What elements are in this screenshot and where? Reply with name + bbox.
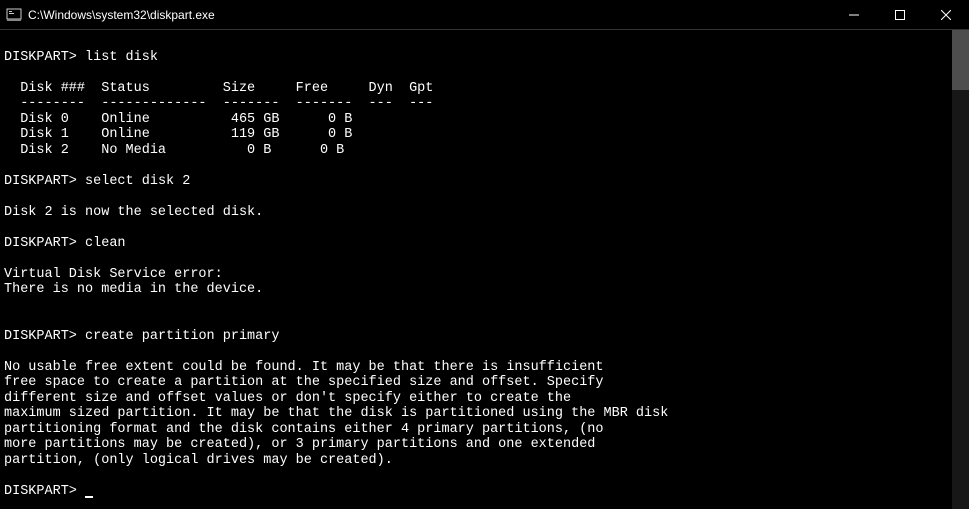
output-message: free space to create a partition at the … — [4, 375, 604, 390]
prompt: DISKPART> — [4, 50, 77, 65]
output-message: Disk 2 is now the selected disk. — [4, 205, 263, 220]
output-message: different size and offset values or don'… — [4, 391, 571, 406]
table-row: Disk 1 Online 119 GB 0 B — [4, 127, 352, 142]
prompt: DISKPART> — [4, 329, 77, 344]
vertical-scrollbar[interactable] — [952, 30, 969, 509]
command-text: list disk — [85, 50, 158, 65]
prompt: DISKPART> — [4, 236, 77, 251]
prompt: DISKPART> — [4, 484, 77, 499]
window-titlebar: C:\Windows\system32\diskpart.exe — [0, 0, 969, 30]
table-row: Disk 2 No Media 0 B 0 B — [4, 143, 344, 158]
window-controls — [831, 0, 969, 29]
command-text: create partition primary — [85, 329, 279, 344]
output-message: more partitions may be created), or 3 pr… — [4, 437, 595, 452]
table-row: Disk 0 Online 465 GB 0 B — [4, 112, 352, 127]
maximize-button[interactable] — [877, 0, 923, 29]
error-title: Virtual Disk Service error: — [4, 267, 223, 282]
output-message: No usable free extent could be found. It… — [4, 360, 604, 375]
table-header: Disk ### Status Size Free Dyn Gpt — [4, 81, 433, 96]
table-divider: -------- ------------- ------- ------- -… — [4, 96, 433, 111]
output-message: maximum sized partition. It may be that … — [4, 406, 668, 421]
diskpart-icon — [6, 7, 22, 23]
minimize-button[interactable] — [831, 0, 877, 29]
cursor — [85, 496, 93, 498]
output-message: partition, (only logical drives may be c… — [4, 453, 393, 468]
output-message: partitioning format and the disk contain… — [4, 422, 604, 437]
command-text: clean — [85, 236, 126, 251]
close-button[interactable] — [923, 0, 969, 29]
error-message: There is no media in the device. — [4, 282, 263, 297]
terminal-output[interactable]: DISKPART> list disk Disk ### Status Size… — [0, 30, 969, 509]
scrollbar-thumb[interactable] — [952, 30, 969, 90]
prompt: DISKPART> — [4, 174, 77, 189]
command-text: select disk 2 — [85, 174, 190, 189]
window-title: C:\Windows\system32\diskpart.exe — [28, 8, 831, 22]
